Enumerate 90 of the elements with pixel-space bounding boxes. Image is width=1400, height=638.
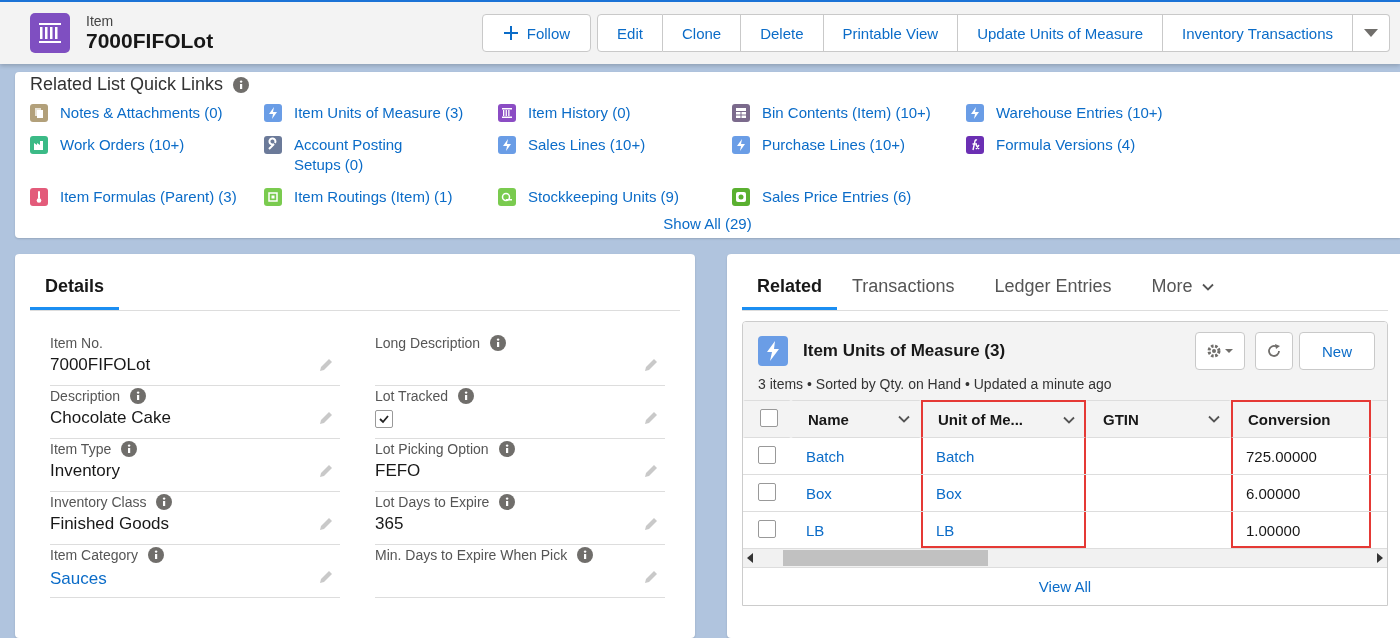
quick-link[interactable]: Sales Price Entries (6) <box>762 187 912 207</box>
settings-icon <box>1206 343 1234 359</box>
field-label: Min. Days to Expire When Pick <box>375 547 568 563</box>
info-icon[interactable] <box>577 547 594 563</box>
action-button[interactable]: Update Units of Measure <box>958 14 1164 52</box>
new-button[interactable]: New <box>1299 332 1375 370</box>
column-header[interactable]: Name <box>791 400 921 438</box>
refresh-button[interactable] <box>1255 332 1293 370</box>
more-tab[interactable]: More <box>1136 268 1230 310</box>
field-link[interactable]: Sauces <box>50 569 107 589</box>
view-all-link[interactable]: View All <box>1038 578 1092 595</box>
barcode-icon <box>30 13 70 53</box>
info-icon[interactable] <box>458 388 475 404</box>
quick-link[interactable]: Work Orders (10+) <box>60 135 185 155</box>
field-value: FEFO <box>375 461 421 481</box>
caret-down-icon <box>1363 27 1379 39</box>
scroll-right-icon[interactable] <box>1377 553 1383 563</box>
table-link[interactable]: Box <box>936 484 962 502</box>
plus-icon <box>502 25 519 41</box>
record-title: 7000FIFOLot <box>86 29 214 53</box>
info-icon[interactable] <box>233 76 250 93</box>
field-value: Chocolate Cake <box>50 408 171 428</box>
table-link[interactable]: Batch <box>806 447 845 465</box>
quick-link[interactable]: Purchase Lines (10+) <box>762 135 905 155</box>
table-link[interactable]: LB <box>806 521 825 539</box>
horizontal-scrollbar[interactable] <box>743 549 1387 567</box>
field-label: Lot Picking Option <box>375 441 489 457</box>
info-icon[interactable] <box>156 494 173 510</box>
tab[interactable]: Transactions <box>837 268 970 310</box>
field-label: Description <box>50 388 121 404</box>
table-cell: 6.00000 <box>1246 484 1301 502</box>
quick-link[interactable]: Bin Contents (Item) (10+) <box>762 103 931 123</box>
table-cell: 1.00000 <box>1246 521 1301 539</box>
object-label: Item <box>86 13 115 29</box>
tab[interactable]: Ledger Entries <box>979 268 1127 310</box>
table-cell: 725.00000 <box>1246 447 1317 465</box>
checkbox[interactable] <box>758 482 776 501</box>
scroll-left-icon[interactable] <box>747 553 753 563</box>
refresh-icon <box>1266 343 1282 359</box>
more-actions-button[interactable] <box>1353 14 1390 52</box>
checkbox[interactable] <box>760 408 778 427</box>
field-label: Item Type <box>50 441 112 457</box>
info-icon[interactable] <box>499 494 516 510</box>
column-header[interactable]: Unit of Me... <box>921 400 1086 438</box>
quick-link[interactable]: Account Posting Setups (0) <box>294 135 444 175</box>
field-value: Inventory <box>50 461 120 481</box>
field-label: Item Category <box>50 547 138 563</box>
field-value: 365 <box>375 514 404 534</box>
quick-link[interactable]: Notes & Attachments (0) <box>60 103 223 123</box>
quick-link[interactable]: Sales Lines (10+) <box>528 135 646 155</box>
checkbox[interactable] <box>758 445 776 464</box>
field-label: Item No. <box>50 335 103 351</box>
info-icon[interactable] <box>130 388 147 404</box>
tab[interactable]: Details <box>30 268 120 310</box>
field-label: Lot Days to Expire <box>375 494 490 510</box>
table-link[interactable]: Batch <box>936 447 975 465</box>
quick-link[interactable]: Item Formulas (Parent) (3) <box>60 187 237 207</box>
info-icon[interactable] <box>498 441 515 457</box>
column-header[interactable]: Conversion <box>1231 400 1371 438</box>
settings-button[interactable] <box>1195 332 1245 370</box>
action-button[interactable]: Delete <box>741 14 824 52</box>
quick-link[interactable]: Stockkeeping Units (9) <box>528 187 679 207</box>
lightning-icon <box>758 336 788 366</box>
table-link[interactable]: LB <box>936 521 955 539</box>
quick-link[interactable]: Item Routings (Item) (1) <box>294 187 453 207</box>
field-value: Finished Goods <box>50 514 170 534</box>
list-title: Item Units of Measure (3) <box>803 341 1006 361</box>
column-header[interactable]: GTIN <box>1086 400 1231 438</box>
action-button[interactable]: Clone <box>662 14 742 52</box>
info-icon[interactable] <box>147 547 164 563</box>
checkbox[interactable] <box>758 519 776 538</box>
field-label: Lot Tracked <box>375 388 449 404</box>
tab[interactable]: Related <box>742 268 838 310</box>
list-summary: 3 items • Sorted by Qty. on Hand • Updated a minute ago <box>758 376 1113 392</box>
quick-link[interactable]: Formula Versions (4) <box>996 135 1136 155</box>
quick-link[interactable]: Item Units of Measure (3) <box>294 103 464 123</box>
action-button[interactable]: Printable View <box>823 14 959 52</box>
section-title: Related List Quick Links <box>30 74 224 95</box>
follow-button[interactable]: Follow <box>481 14 592 52</box>
info-icon[interactable] <box>490 335 507 351</box>
field-label: Inventory Class <box>50 494 147 510</box>
quick-link[interactable]: Item History (0) <box>528 103 631 123</box>
field-value: 7000FIFOLot <box>50 355 151 375</box>
info-icon[interactable] <box>121 441 138 457</box>
table-link[interactable]: Box <box>806 484 832 502</box>
action-button[interactable]: Inventory Transactions <box>1163 14 1353 52</box>
field-label: Long Description <box>375 335 481 351</box>
action-button[interactable]: Edit <box>597 14 663 52</box>
show-all-link[interactable]: Show All (29) <box>663 215 752 232</box>
quick-link[interactable]: Warehouse Entries (10+) <box>996 103 1163 123</box>
